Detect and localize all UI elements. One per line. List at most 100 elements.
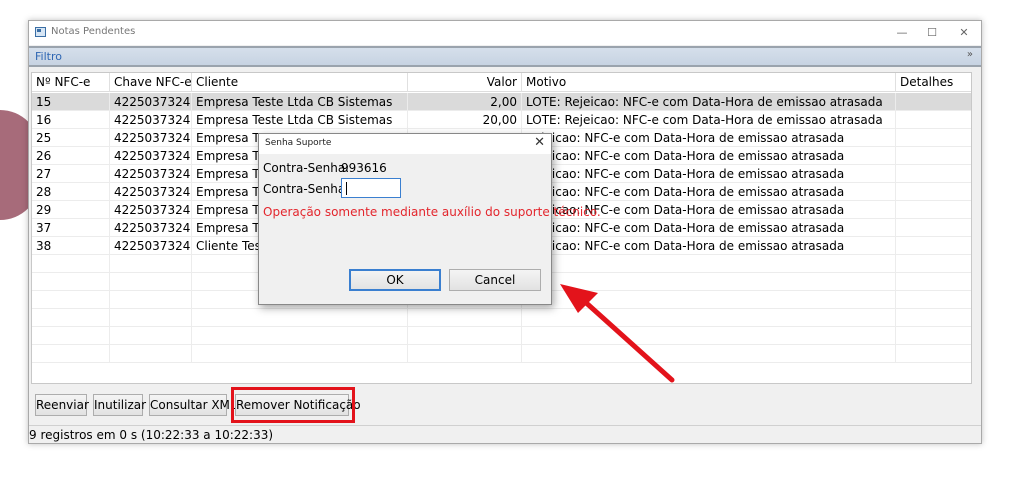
cell-number: 29: [32, 201, 110, 219]
cell-client: Empresa Teste Ltda CB Sistemas: [192, 111, 408, 129]
cell-number: 28: [32, 183, 110, 201]
cell-reason: Rejeicao: NFC-e com Data-Hora de emissao…: [522, 147, 896, 165]
table-row[interactable]: [32, 309, 971, 327]
window-title: Notas Pendentes: [51, 26, 136, 37]
status-bar: 9 registros em 0 s (10:22:33 a 10:22:33): [29, 425, 981, 443]
table-row[interactable]: 154225037324...Empresa Teste Ltda CB Sis…: [32, 93, 971, 111]
dialog-close-icon[interactable]: ✕: [534, 135, 545, 150]
action-toolbar: Reenviar Inutilizar Consultar XML Remove…: [29, 386, 981, 424]
cell-number: 16: [32, 111, 110, 129]
cell-number: 15: [32, 93, 110, 111]
cell-client: Empresa Teste Ltda CB Sistemas: [192, 93, 408, 111]
maximize-button[interactable]: ☐: [917, 23, 947, 43]
cell-details: [896, 111, 971, 129]
table-row[interactable]: [32, 327, 971, 345]
cell-key: 4225037324...: [110, 201, 192, 219]
filter-label: Filtro: [35, 50, 62, 63]
dialog-titlebar[interactable]: Senha Suporte ✕: [259, 134, 551, 154]
window-titlebar[interactable]: Notas Pendentes — ☐ ✕: [29, 21, 981, 45]
password-input-label: Contra-Senha:: [263, 182, 350, 196]
cancel-button[interactable]: Cancel: [449, 269, 541, 291]
cell-key: 4225037324...: [110, 237, 192, 255]
table-header: Nº NFC-e Chave NFC-e Cliente Valor Motiv…: [32, 73, 971, 92]
ok-button[interactable]: OK: [349, 269, 441, 291]
cell-value: [408, 327, 522, 345]
cell-key: 4225037324...: [110, 129, 192, 147]
cell-details: [896, 129, 971, 147]
cell-reason: [522, 291, 896, 309]
cell-reason: [522, 309, 896, 327]
cell-reason: [522, 327, 896, 345]
cell-reason: [522, 273, 896, 291]
cell-key: [110, 327, 192, 345]
reenviar-button[interactable]: Reenviar: [35, 394, 89, 416]
cell-details: [896, 219, 971, 237]
password-input[interactable]: [341, 178, 401, 198]
cell-details: [896, 165, 971, 183]
cell-number: [32, 255, 110, 273]
cell-reason: LOTE: Rejeicao: NFC-e com Data-Hora de e…: [522, 93, 896, 111]
column-header-key[interactable]: Chave NFC-e: [110, 73, 192, 92]
cell-value: 20,00: [408, 111, 522, 129]
cell-reason: [522, 345, 896, 363]
filter-panel-header[interactable]: Filtro »: [29, 46, 981, 67]
minimize-button[interactable]: —: [887, 23, 917, 43]
cell-value: [408, 345, 522, 363]
cell-key: 4225037324...: [110, 165, 192, 183]
cell-key: [110, 309, 192, 327]
dialog-title: Senha Suporte: [265, 138, 332, 148]
cell-key: 4225037324...: [110, 147, 192, 165]
cell-client: [192, 345, 408, 363]
column-header-value[interactable]: Valor: [408, 73, 522, 92]
cell-number: [32, 291, 110, 309]
chevron-down-icon[interactable]: »: [967, 49, 973, 60]
close-button[interactable]: ✕: [949, 23, 979, 43]
cell-number: 27: [32, 165, 110, 183]
inutilizar-button[interactable]: Inutilizar: [93, 394, 146, 416]
cell-key: [110, 255, 192, 273]
highlight-box: [231, 387, 355, 423]
column-header-reason[interactable]: Motivo: [522, 73, 896, 92]
cell-value: [408, 309, 522, 327]
cell-key: 4225037324...: [110, 111, 192, 129]
text-caret: [346, 182, 347, 195]
cell-details: [896, 147, 971, 165]
support-warning-text: Operação somente mediante auxílio do sup…: [263, 205, 601, 219]
cell-details: [896, 201, 971, 219]
cell-details: [896, 327, 971, 345]
cell-number: [32, 345, 110, 363]
table-row[interactable]: [32, 345, 971, 363]
cell-details: [896, 93, 971, 111]
cell-key: [110, 291, 192, 309]
cell-details: [896, 345, 971, 363]
cell-key: 4225037324...: [110, 183, 192, 201]
cell-details: [896, 183, 971, 201]
cell-reason: [522, 255, 896, 273]
cell-reason: Rejeicao: NFC-e com Data-Hora de emissao…: [522, 183, 896, 201]
cell-key: 4225037324...: [110, 219, 192, 237]
cell-details: [896, 291, 971, 309]
cell-details: [896, 309, 971, 327]
consultar-xml-button[interactable]: Consultar XML: [149, 394, 237, 416]
cell-details: [896, 273, 971, 291]
counter-password-value: 993616: [341, 161, 387, 175]
column-header-number[interactable]: Nº NFC-e: [32, 73, 110, 92]
cell-details: [896, 255, 971, 273]
table-row[interactable]: 164225037324...Empresa Teste Ltda CB Sis…: [32, 111, 971, 129]
vertical-scrollbar[interactable]: [973, 72, 981, 384]
cell-number: [32, 309, 110, 327]
status-text: 9 registros em 0 s (10:22:33 a 10:22:33): [29, 428, 274, 442]
cell-number: [32, 273, 110, 291]
cell-value: 2,00: [408, 93, 522, 111]
cell-reason: Rejeicao: NFC-e com Data-Hora de emissao…: [522, 219, 896, 237]
cell-key: [110, 345, 192, 363]
cell-client: [192, 309, 408, 327]
cell-reason: LOTE: Rejeicao: NFC-e com Data-Hora de e…: [522, 111, 896, 129]
counter-password-label: Contra-Senha:: [263, 161, 350, 175]
cell-reason: Rejeicao: NFC-e com Data-Hora de emissao…: [522, 165, 896, 183]
column-header-details[interactable]: Detalhes: [896, 73, 971, 92]
cell-key: 4225037324...: [110, 93, 192, 111]
cell-number: 38: [32, 237, 110, 255]
cell-key: [110, 273, 192, 291]
column-header-client[interactable]: Cliente: [192, 73, 408, 92]
